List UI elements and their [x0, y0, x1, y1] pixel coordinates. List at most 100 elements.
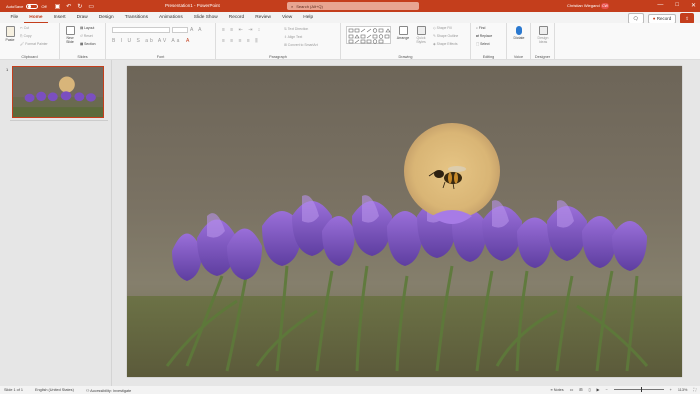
font-group-label: Font [156, 55, 165, 59]
layout-button[interactable]: ▤ Layout [80, 26, 94, 30]
accessibility-checker[interactable]: ⚇ Accessibility: Investigate [86, 388, 131, 393]
voice-group-label: Voice [513, 55, 524, 59]
document-title: Presentation1 - PowerPoint [165, 3, 220, 8]
normal-view-icon[interactable]: ▭ [570, 387, 574, 392]
font-size-buttons[interactable]: A A [190, 27, 204, 33]
close-button[interactable]: ✕ [691, 2, 696, 9]
shape-effects-button[interactable]: ◈ Shape Effects [433, 42, 458, 46]
paragraph-group-label: Paragraph [269, 55, 287, 59]
font-color-row[interactable]: A [186, 38, 191, 44]
replace-label: Replace [479, 34, 493, 38]
tab-animations[interactable]: Animations [154, 12, 189, 23]
tab-help[interactable]: Help [298, 12, 319, 23]
undo-icon[interactable]: ↶ [66, 3, 71, 10]
paragraph-group: ≡ ≡ ⇤ ⇥ ↕ ≡ ≡ ≡ ≡ ⫼ ⇅ Text Direction ⇳ A… [216, 23, 341, 60]
ribbon-tabs: File Home Insert Draw Design Transitions… [0, 12, 700, 24]
find-button[interactable]: ⌕ Find [476, 26, 485, 30]
paste-label: Paste [5, 38, 15, 42]
microphone-icon [516, 26, 522, 35]
paste-button[interactable]: Paste [3, 26, 17, 42]
minimize-button[interactable]: — [657, 2, 663, 9]
slideshow-icon[interactable]: ▶ [597, 387, 600, 392]
language-indicator[interactable]: English (United States) [35, 388, 74, 392]
new-slide-icon [65, 26, 75, 35]
notes-label: Notes [553, 387, 564, 392]
redo-icon[interactable]: ↻ [77, 3, 82, 10]
font-size-field[interactable] [172, 27, 188, 33]
accessibility-icon: ⚇ [85, 388, 90, 393]
shapes-icon [348, 28, 391, 44]
new-slide-button[interactable]: New Slide [63, 26, 77, 44]
zoom-in-button[interactable]: + [670, 388, 672, 392]
dictate-button[interactable]: Dictate [510, 26, 528, 40]
shape-fill-button[interactable]: ◇ Shape Fill [433, 26, 452, 30]
reset-button[interactable]: ↺ Reset [80, 34, 93, 38]
slide-canvas[interactable] [127, 66, 682, 377]
tab-file[interactable]: File [5, 12, 24, 23]
drawing-group-label: Drawing [398, 55, 413, 59]
present-icon[interactable]: ▭ [88, 3, 94, 10]
text-direction-button[interactable]: ⇅ Text Direction [284, 27, 308, 31]
convert-smartart-label: Convert to SmartArt [287, 43, 318, 47]
format-painter-button[interactable]: 🖌 Format Painter [20, 42, 48, 46]
tab-transitions[interactable]: Transitions [119, 12, 153, 23]
arrange-button[interactable]: Arrange [395, 26, 411, 40]
reading-view-icon[interactable]: ▯ [588, 387, 590, 392]
search-icon: ⌕ [291, 3, 294, 9]
maximize-button[interactable]: □ [675, 2, 679, 9]
shape-outline-label: Shape Outline [436, 34, 459, 38]
cut-button[interactable]: ✂ Cut [20, 26, 29, 30]
tab-insert[interactable]: Insert [48, 12, 71, 23]
accessibility-label: Accessibility: Investigate [90, 388, 132, 393]
replace-button[interactable]: ⇄ Replace [476, 34, 492, 38]
user-name[interactable]: Christian Wiegand [567, 3, 600, 8]
shapes-gallery[interactable] [346, 26, 391, 44]
section-label: Section [84, 42, 96, 46]
save-icon[interactable]: ▣ [55, 3, 61, 10]
select-button[interactable]: ⬚ Select [476, 42, 490, 46]
list-buttons[interactable]: ≡ ≡ ⇤ ⇥ ↕ [222, 27, 262, 33]
designer-group: Design Ideas Designer [531, 23, 555, 60]
fit-slide-icon[interactable]: ⛶ [693, 388, 696, 392]
avatar[interactable]: CW [601, 2, 609, 9]
tab-home[interactable]: Home [23, 12, 49, 23]
record-button-label: Record [656, 16, 672, 21]
zoom-level[interactable]: 113% [678, 388, 687, 392]
slide-thumbnail[interactable] [12, 66, 104, 118]
autosave-control[interactable]: AutoSave Off [6, 3, 47, 9]
tab-review[interactable]: Review [250, 12, 277, 23]
editing-group: ⌕ Find ⇄ Replace ⬚ Select Editing [471, 23, 507, 60]
autosave-toggle[interactable] [26, 3, 39, 9]
zoom-slider[interactable] [613, 387, 664, 392]
font-name-field[interactable] [112, 27, 170, 33]
tab-slide-show[interactable]: Slide Show [188, 12, 223, 23]
notes-button[interactable]: ≡ Notes [550, 388, 563, 392]
tab-design[interactable]: Design [93, 12, 119, 23]
tab-record[interactable]: Record [223, 12, 249, 23]
quick-styles-button[interactable]: Quick Styles [413, 26, 429, 44]
slide-number: 1 [6, 67, 9, 72]
section-button[interactable]: ▦ Section [80, 42, 95, 46]
editing-group-label: Editing [482, 55, 495, 59]
tab-view[interactable]: View [276, 12, 297, 23]
record-button[interactable]: ● Record [647, 13, 677, 24]
font-format-row[interactable]: B I U S ab AV Aa [112, 38, 181, 44]
search-input[interactable]: ⌕ Search (Alt+Q) [287, 2, 419, 10]
shape-outline-button[interactable]: ✎ Shape Outline [433, 34, 458, 38]
design-ideas-button[interactable]: Design Ideas [534, 26, 552, 44]
shape-effects-label: Shape Effects [436, 42, 458, 46]
align-text-button[interactable]: ⇳ Align Text [284, 35, 302, 39]
tab-draw[interactable]: Draw [71, 12, 93, 23]
window-controls: — □ ✕ [657, 2, 696, 9]
align-text-label: Align Text [287, 35, 303, 39]
copy-button[interactable]: ⎘ Copy [20, 34, 32, 38]
quick-styles-label: Quick Styles [416, 36, 426, 44]
search-placeholder: Search (Alt+Q) [296, 3, 323, 9]
design-ideas-label: Design Ideas [537, 36, 549, 44]
slide-sorter-icon[interactable]: ⊞ [579, 387, 582, 392]
convert-smartart-button[interactable]: ⊞ Convert to SmartArt [284, 43, 318, 47]
select-label: Select [480, 42, 490, 46]
autosave-label: AutoSave [6, 3, 24, 9]
align-buttons[interactable]: ≡ ≡ ≡ ≡ ⫼ [222, 38, 260, 44]
zoom-out-button[interactable]: − [605, 388, 607, 392]
